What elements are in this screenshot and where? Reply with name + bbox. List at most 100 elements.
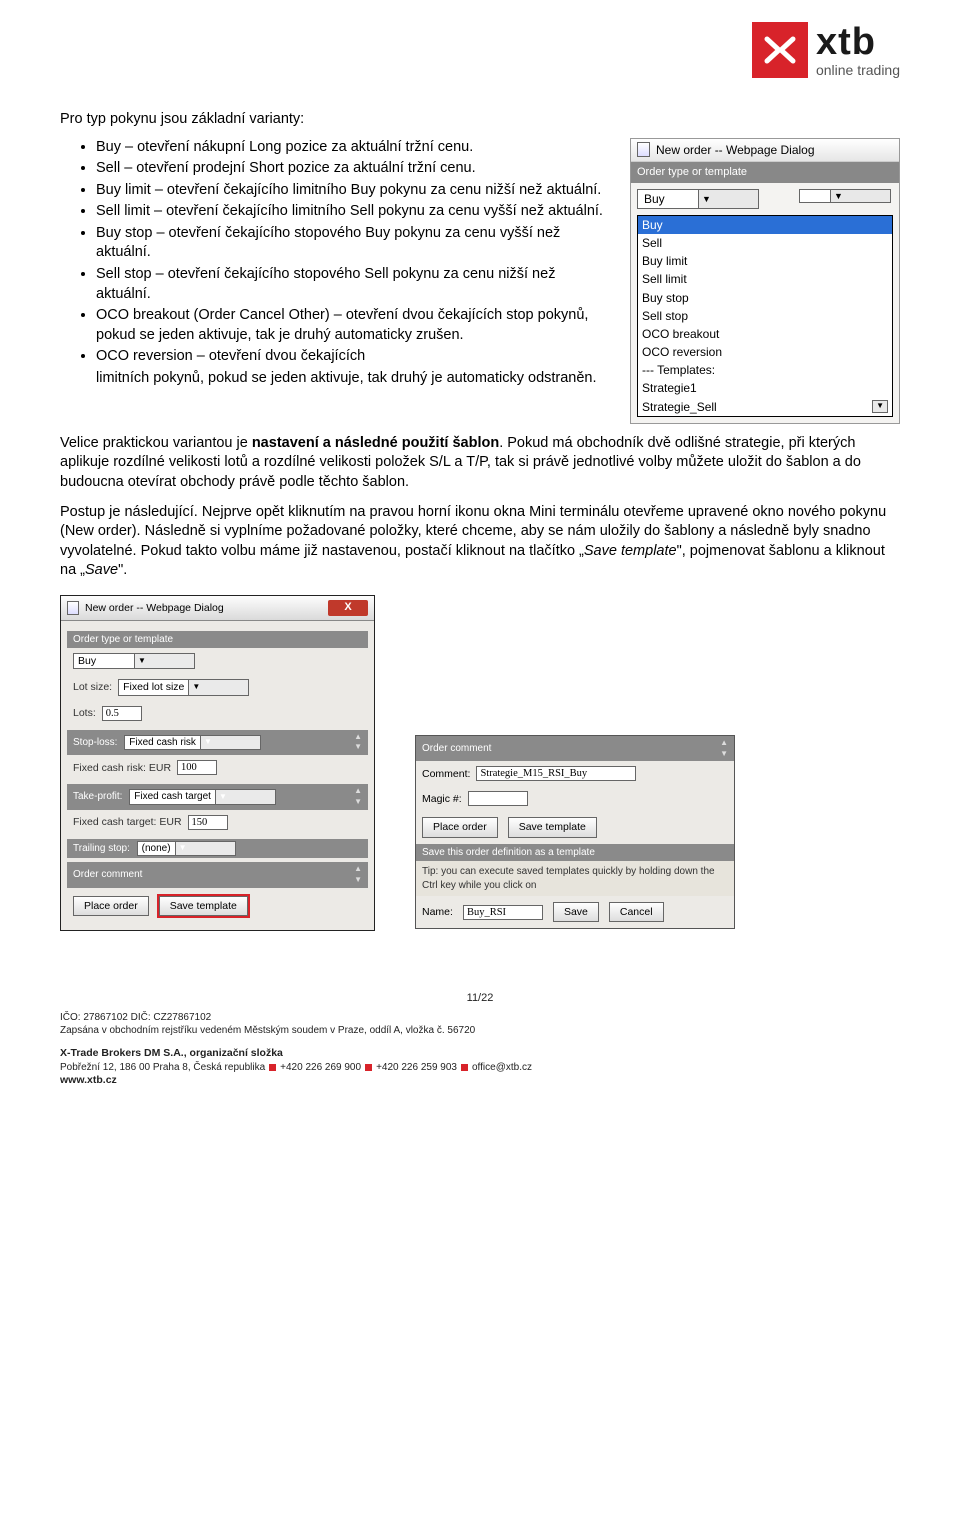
page-footer: 11/22 IČO: 27867102 DIČ: CZ27867102 Zaps… <box>60 991 900 1088</box>
footer-email: office@xtb.cz <box>472 1062 532 1073</box>
chevron-down-icon: ▼ <box>134 654 194 668</box>
section-header: Save this order definition as a template <box>416 844 734 862</box>
section-header: Order type or template <box>67 631 368 649</box>
dropdown-option[interactable]: Buy limit <box>638 252 892 270</box>
section-header: Order comment ▲▼ <box>67 862 368 888</box>
section-title: Order type or template <box>73 633 173 647</box>
footer-line: Zapsána v obchodním rejstříku vedeném Mě… <box>60 1024 900 1037</box>
list-item: Buy – otevření nákupní Long pozice za ak… <box>96 138 612 158</box>
name-label: Name: <box>422 905 453 919</box>
dialog-titlebar: New order -- Webpage Dialog X <box>61 596 374 621</box>
sl-input[interactable] <box>177 760 217 775</box>
paragraph: Velice praktickou variantou je nastavení… <box>60 434 900 493</box>
order-type-select[interactable]: Buy ▼ <box>637 189 759 209</box>
dialog-title: New order -- Webpage Dialog <box>656 142 815 158</box>
save-template-button[interactable]: Save template <box>159 896 248 916</box>
lots-label: Lots: <box>73 706 96 720</box>
name-input[interactable] <box>463 905 543 920</box>
dialog-titlebar: New order -- Webpage Dialog <box>631 139 899 162</box>
dropdown-option[interactable]: OCO breakout <box>638 325 892 343</box>
section-header: Order comment ▲▼ <box>416 736 734 762</box>
comment-input[interactable] <box>476 766 636 781</box>
dropdown-option[interactable]: Buy <box>638 216 892 234</box>
section-header: Trailing stop: (none)▼ <box>67 839 368 859</box>
place-order-button[interactable]: Place order <box>422 817 498 837</box>
lots-input[interactable] <box>102 706 142 721</box>
text-italic: Save template <box>584 543 677 559</box>
secondary-select[interactable]: ▼ <box>799 189 891 203</box>
select-value: (none) <box>138 842 175 856</box>
section-title: Order comment <box>73 868 142 882</box>
close-button[interactable]: X <box>328 600 368 616</box>
footer-web: www.xtb.cz <box>60 1074 117 1086</box>
section-header: Order type or template <box>631 162 899 183</box>
footer-line: IČO: 27867102 DIČ: CZ27867102 <box>60 1011 900 1024</box>
logo-brand: xtb <box>816 23 900 61</box>
dropdown-option[interactable]: Sell stop <box>638 307 892 325</box>
chevron-down-icon: ▼ <box>200 736 260 750</box>
page-icon <box>67 601 79 615</box>
screenshot-save-template: Order comment ▲▼ Comment: Magic #: Place… <box>415 735 735 929</box>
dialog-title: New order -- Webpage Dialog <box>85 601 224 615</box>
save-template-button[interactable]: Save template <box>508 817 597 837</box>
section-header: Take-profit: Fixed cash target▼ ▲▼ <box>67 784 368 810</box>
square-icon <box>365 1064 372 1071</box>
chevron-down-icon: ▼ <box>830 190 890 202</box>
logo: xtb online trading <box>752 22 900 78</box>
dropdown-option[interactable]: Strategie1 <box>638 379 892 397</box>
dropdown-option[interactable]: --- Templates: <box>638 361 892 379</box>
dropdown-option[interactable]: Sell limit <box>638 270 892 288</box>
list-item-cont: limitních pokynů, pokud se jeden aktivuj… <box>60 369 612 389</box>
list-item: Sell stop – otevření čekajícího stopovéh… <box>96 265 612 304</box>
cancel-button[interactable]: Cancel <box>609 902 664 922</box>
magic-input[interactable] <box>468 791 528 806</box>
footer-company: X-Trade Brokers DM S.A., organizační slo… <box>60 1047 283 1059</box>
collapse-icon[interactable]: ▲▼ <box>354 864 362 886</box>
tp-select[interactable]: Fixed cash target▼ <box>129 789 276 805</box>
intro-text: Pro typ pokynu jsou základní varianty: <box>60 110 900 130</box>
dropdown-option[interactable]: Sell <box>638 234 892 252</box>
collapse-icon[interactable]: ▲▼ <box>720 738 728 760</box>
section-title: Take-profit: <box>73 791 122 802</box>
save-button[interactable]: Save <box>553 902 599 922</box>
dropdown-list[interactable]: Buy Sell Buy limit Sell limit Buy stop S… <box>637 215 893 417</box>
text-bold: nastavení a následné použití šablon <box>252 435 499 451</box>
screenshot-dropdown: New order -- Webpage Dialog Order type o… <box>630 138 900 424</box>
dropdown-option[interactable]: Strategie_Sell ▼ <box>638 398 892 416</box>
list-item: OCO reversion – otevření dvou čekajících <box>96 347 612 367</box>
chevron-down-icon: ▼ <box>188 680 248 694</box>
tp-row-label: Fixed cash target: EUR <box>73 815 182 829</box>
footer-address: Pobřežní 12, 186 00 Praha 8, Česká repub… <box>60 1062 265 1073</box>
select-value <box>800 190 830 202</box>
footer-contact: Pobřežní 12, 186 00 Praha 8, Česká repub… <box>60 1061 900 1074</box>
page-icon <box>637 142 650 157</box>
lot-size-select[interactable]: Fixed lot size▼ <box>118 679 249 695</box>
magic-label: Magic #: <box>422 792 462 806</box>
select-value: Fixed lot size <box>119 680 188 694</box>
chevron-down-icon: ▼ <box>215 790 275 804</box>
tip-text: Tip: you can execute saved templates qui… <box>416 861 734 896</box>
collapse-icon[interactable]: ▲▼ <box>354 732 362 754</box>
trail-select[interactable]: (none)▼ <box>137 841 236 857</box>
dropdown-option[interactable]: Buy stop <box>638 289 892 307</box>
sl-select[interactable]: Fixed cash risk▼ <box>124 735 261 751</box>
chevron-down-icon: ▼ <box>698 190 758 208</box>
section-title: Trailing stop: <box>73 843 130 854</box>
lot-size-label: Lot size: <box>73 680 112 694</box>
logo-sub: online trading <box>816 63 900 77</box>
order-type-select[interactable]: Buy▼ <box>73 653 195 669</box>
list-item: OCO breakout (Order Cancel Other) – otev… <box>96 306 612 345</box>
list-item: Buy limit – otevření čekajícího limitníh… <box>96 181 612 201</box>
list-item-text: OCO reversion – otevření dvou čekajících <box>96 348 365 364</box>
text: ". <box>118 562 127 578</box>
chevron-down-icon: ▼ <box>872 400 888 413</box>
collapse-icon[interactable]: ▲▼ <box>354 786 362 808</box>
dropdown-option[interactable]: OCO reversion <box>638 343 892 361</box>
paragraph: Postup je následující. Nejprve opět klik… <box>60 503 900 581</box>
select-value: Fixed cash risk <box>125 736 200 750</box>
tp-input[interactable] <box>188 815 228 830</box>
page-number: 11/22 <box>60 991 900 1005</box>
place-order-button[interactable]: Place order <box>73 896 149 916</box>
text: Velice praktickou variantou je <box>60 435 252 451</box>
square-icon <box>269 1064 276 1071</box>
